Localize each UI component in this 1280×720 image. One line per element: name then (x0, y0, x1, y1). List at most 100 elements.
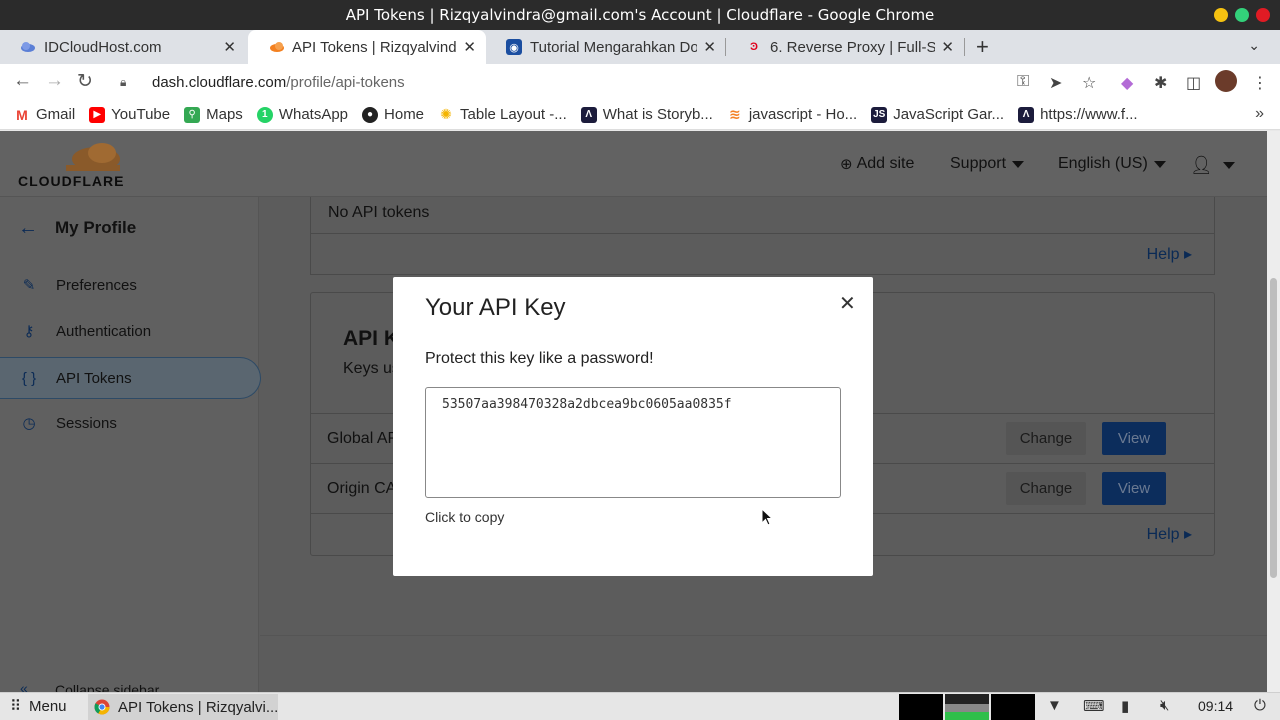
bookmark-table-layout[interactable]: ✺ Table Layout -... (438, 106, 567, 123)
keyboard-icon[interactable]: ⌨ (1083, 697, 1105, 715)
new-tab-icon[interactable]: + (976, 34, 989, 60)
support-dropdown[interactable]: Support (950, 155, 1025, 173)
close-window-button[interactable] (1256, 8, 1270, 22)
bookmarks-bar: M Gmail ▶ YouTube ⚲ Maps 1 WhatsApp ● Home ✺ T… (0, 100, 1280, 130)
page-scrollbar[interactable] (1267, 131, 1280, 692)
clock-icon: ◷ (22, 415, 36, 432)
bookmark-js-garden[interactable]: JS JavaScript Gar... (871, 106, 1004, 123)
user-menu[interactable]: 👤︎ (1190, 155, 1235, 176)
caret-down-icon (1012, 160, 1025, 168)
help-label: Help (1146, 246, 1180, 263)
bookmark-whatsapp[interactable]: 1 WhatsApp (256, 106, 349, 123)
close-icon[interactable]: ✕ (839, 291, 856, 316)
url-path: /profile/api-tokens (286, 73, 405, 91)
tab-label: IDCloudHost.com (44, 38, 162, 56)
more-bookmarks-chevron-icon[interactable]: » (1255, 105, 1264, 123)
bookmark-label: JavaScript Gar... (893, 106, 1005, 123)
puzzle-icon[interactable]: ✱ (1154, 73, 1167, 93)
api-keys-subtitle: Keys us (343, 360, 400, 377)
view-button[interactable]: View (1102, 422, 1166, 455)
address-bar[interactable]: 🔒︎ dash.cloudflare.com/profile/api-token… (110, 67, 1110, 97)
send-icon[interactable]: ➤ (1049, 73, 1062, 93)
whatsapp-icon: 1 (256, 106, 273, 123)
language-label: English (US) (1058, 155, 1148, 172)
mouse-cursor-icon (761, 508, 773, 526)
reading-list-icon[interactable]: ◫ (1186, 73, 1201, 93)
reverse-proxy-icon: Ͽ (750, 41, 758, 53)
reload-icon[interactable]: ↻ (77, 70, 93, 93)
power-icon[interactable]: ⏻ (1254, 697, 1266, 714)
tab-close-icon[interactable]: ✕ (941, 38, 954, 56)
api-keys-heading: API K (343, 327, 400, 350)
help-link[interactable]: Help ▸ (1147, 514, 1192, 556)
cloudflare-cloud-icon (66, 143, 120, 171)
bookmark-star-icon[interactable]: ☆ (1082, 73, 1096, 93)
collapse-sidebar-link[interactable]: Collapse sidebar (55, 682, 159, 692)
window-titlebar: API Tokens | Rizqyalvindra@gmail.com's A… (0, 0, 1280, 30)
language-dropdown[interactable]: English (US) (1058, 155, 1166, 173)
tab-label: API Tokens | Rizqyalvindra (292, 38, 458, 56)
sidebar-item-sessions[interactable]: ◷ Sessions (0, 402, 259, 444)
start-menu-label: Menu (29, 697, 67, 715)
cloudflare-logo[interactable]: CLOUDFLARE (18, 143, 128, 189)
window-title: API Tokens | Rizqyalvindra@gmail.com's A… (345, 6, 935, 24)
add-circle-icon: ⊕ (840, 156, 853, 173)
start-menu-button[interactable]: ⠿ Menu (10, 697, 67, 716)
bookmark-stackoverflow[interactable]: ≋ javascript - Ho... (727, 106, 857, 123)
bookmark-youtube[interactable]: ▶ YouTube (89, 106, 170, 123)
view-button[interactable]: View (1102, 472, 1166, 505)
api-key-textbox[interactable]: 53507aa398470328a2dbcea9bc0605aa0835f (425, 387, 841, 498)
forward-arrow-icon[interactable]: → (45, 70, 64, 92)
add-site-link[interactable]: ⊕ Add site (840, 155, 914, 173)
cloudflare-wordmark: CLOUDFLARE (18, 173, 125, 189)
tab-reverse-proxy[interactable]: Ͽ 6. Reverse Proxy | Full-Sta ✕ (726, 30, 964, 64)
bookmark-label: WhatsApp (278, 106, 349, 123)
scrollbar-thumb[interactable] (1270, 278, 1277, 578)
bookmark-label: Home (384, 106, 425, 123)
tab-close-icon[interactable]: ✕ (703, 38, 716, 56)
change-button[interactable]: Change (1006, 472, 1086, 505)
battery-icon[interactable]: ▮ (1121, 697, 1129, 715)
pencil-icon: ✎ (22, 277, 36, 294)
click-to-copy-hint[interactable]: Click to copy (425, 509, 504, 525)
bookmark-maps[interactable]: ⚲ Maps (184, 106, 243, 123)
tab-close-icon[interactable]: ✕ (463, 38, 476, 56)
tab-api-tokens[interactable]: API Tokens | Rizqyalvindra ✕ (248, 30, 486, 64)
memory-monitor-graph (945, 694, 989, 720)
tab-search-chevron-icon[interactable]: ⌄ (1248, 37, 1260, 54)
table-layout-icon: ✺ (440, 106, 452, 122)
back-arrow-icon[interactable]: ← (13, 70, 32, 92)
sidebar-title: My Profile (55, 218, 137, 237)
bookmark-home[interactable]: ● Home (362, 106, 424, 123)
bookmark-label: YouTube (111, 106, 171, 123)
user-icon: 👤︎ (1190, 155, 1213, 175)
change-button[interactable]: Change (1006, 422, 1086, 455)
bookmark-label: What is Storyb... (602, 106, 713, 123)
collapse-icon[interactable]: « (20, 680, 28, 692)
help-link[interactable]: Help ▸ (1147, 244, 1192, 264)
profile-sidebar: ← My Profile ✎ Preferences ⚷ Authenticatio… (0, 197, 261, 692)
key-row-label: Global AP (327, 430, 399, 447)
bookmark-link[interactable]: Λhttps://www.f... (1018, 106, 1138, 123)
maximize-button[interactable] (1235, 8, 1249, 22)
tab-close-icon[interactable]: ✕ (223, 38, 236, 56)
back-arrow-icon[interactable]: ← (18, 217, 38, 240)
extension-icon[interactable]: ◆ (1121, 73, 1133, 93)
wifi-icon[interactable]: ▼ (1047, 697, 1062, 714)
sidebar-item-api-tokens[interactable]: { } API Tokens (0, 357, 261, 399)
minimize-button[interactable] (1214, 8, 1228, 22)
avatar[interactable] (1215, 70, 1237, 92)
bookmark-storybook[interactable]: Λ What is Storyb... (580, 106, 713, 123)
sidebar-item-authentication[interactable]: ⚷ Authentication (0, 310, 259, 352)
footer-divider (260, 635, 1267, 636)
bookmark-gmail[interactable]: M Gmail (14, 106, 75, 123)
bookmark-label: https://www.f... (1040, 106, 1138, 123)
tab-tutorial[interactable]: ◉ Tutorial Mengarahkan Do ✕ (486, 30, 726, 64)
key-icon[interactable]: ⚿ (1017, 73, 1029, 91)
taskbar-chrome-window[interactable]: API Tokens | Rizqyalvi... (88, 694, 278, 720)
volume-muted-icon[interactable]: 🔇︎ (1160, 697, 1169, 714)
lock-icon: 🔒︎ (120, 74, 127, 89)
sidebar-item-preferences[interactable]: ✎ Preferences (0, 264, 259, 306)
tab-idcloudhost[interactable]: IDCloudHost.com ✕ (0, 30, 246, 64)
menu-dots-icon[interactable]: ⋮ (1252, 73, 1268, 93)
